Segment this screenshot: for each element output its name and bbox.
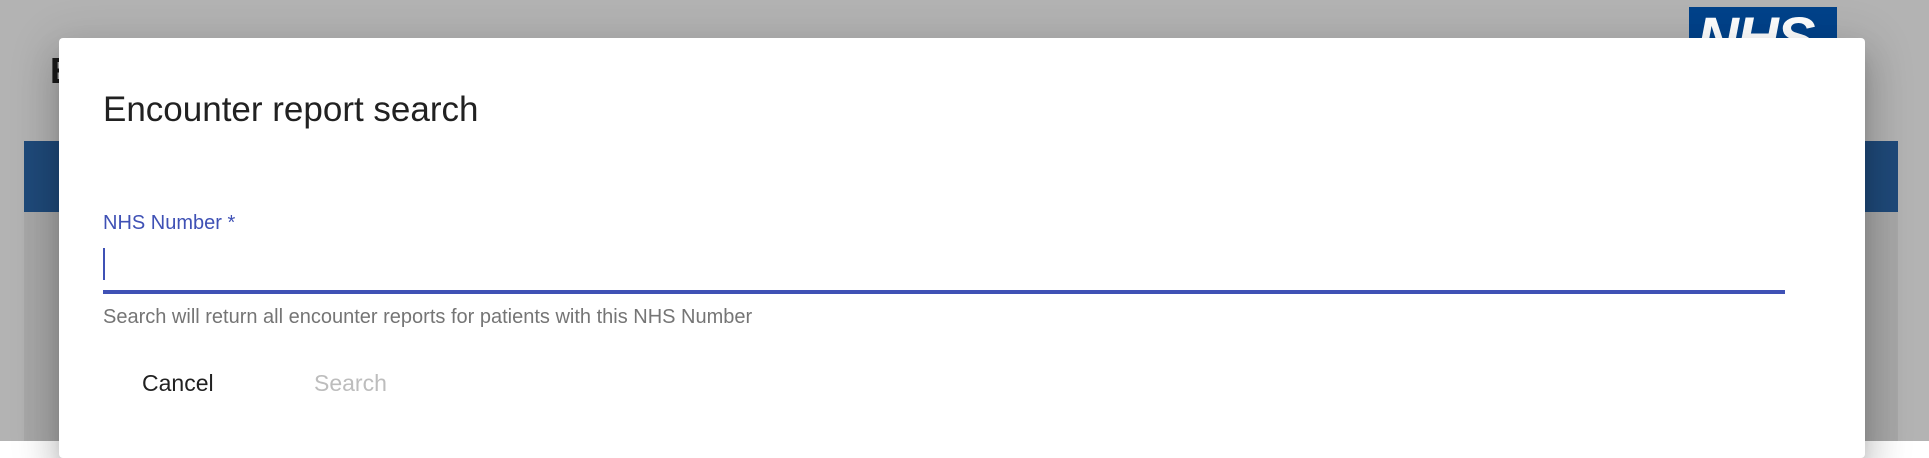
text-cursor (103, 248, 105, 280)
nhs-number-input[interactable] (103, 243, 1785, 287)
nhs-number-underline (103, 290, 1785, 294)
encounter-search-dialog: Encounter report search NHS Number * Sea… (59, 38, 1865, 458)
dialog-title: Encounter report search (103, 90, 479, 129)
nhs-number-label: NHS Number * (103, 212, 236, 234)
nhs-number-hint: Search will return all encounter reports… (103, 306, 753, 328)
cancel-button[interactable]: Cancel (126, 359, 230, 407)
search-button[interactable]: Search (298, 359, 403, 407)
